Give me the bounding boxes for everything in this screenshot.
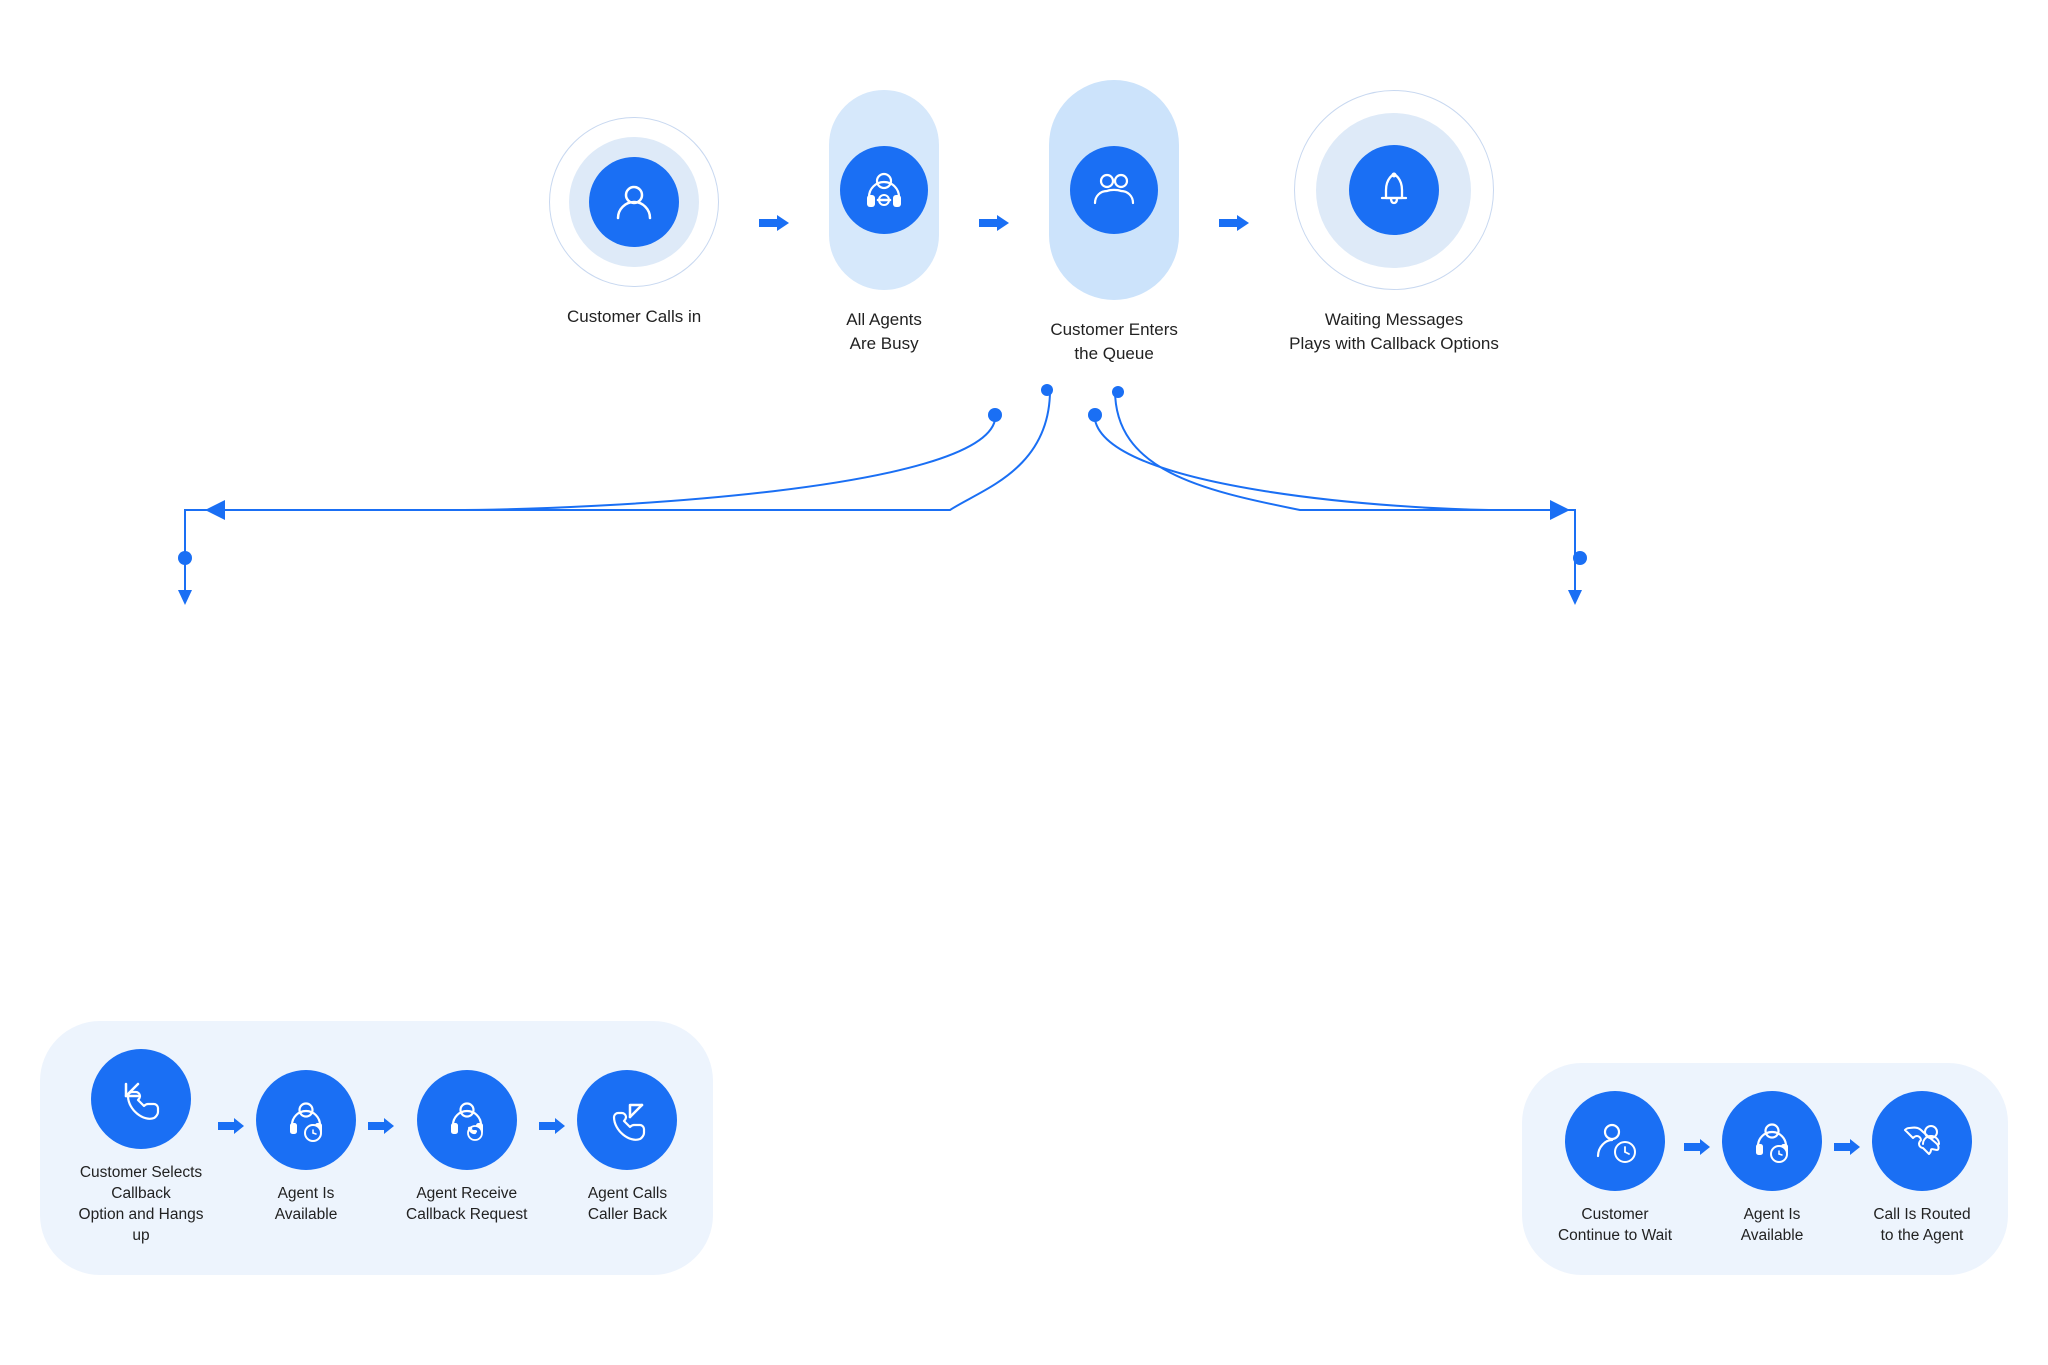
flow-label-agent-available-1: Agent IsAvailable <box>275 1184 338 1226</box>
flow-circle-2 <box>256 1070 356 1170</box>
flow-node-customer-selects-callback: Customer Selects CallbackOption and Hang… <box>76 1049 206 1247</box>
flow-label-agent-calls-back: Agent CallsCaller Back <box>588 1184 667 1226</box>
flow-group-left: Customer Selects CallbackOption and Hang… <box>40 1021 713 1275</box>
flow-label-customer-continue-wait: CustomerContinue to Wait <box>1558 1205 1672 1247</box>
node-all-agents-busy: All AgentsAre Busy <box>829 90 939 356</box>
flow-node-call-routed: Call Is Routedto the Agent <box>1872 1091 1972 1247</box>
person-clock-icon <box>1592 1118 1638 1164</box>
headset-phone-icon <box>444 1097 490 1143</box>
flow-node-agent-available-1: Agent IsAvailable <box>256 1070 356 1226</box>
circle-inner-bell <box>1349 145 1439 235</box>
headset-clock-icon-1 <box>283 1097 329 1143</box>
bottom-left-section: Customer Selects CallbackOption and Hang… <box>40 1021 713 1275</box>
flow-node-agent-calls-back: Agent CallsCaller Back <box>577 1070 677 1226</box>
arrow-3 <box>1219 213 1249 233</box>
arrow-icon-f4 <box>1684 1138 1710 1156</box>
node-waiting-messages: Waiting MessagesPlays with Callback Opti… <box>1289 90 1499 356</box>
group-icon <box>1091 167 1137 213</box>
flow-label-agent-receive-callback: Agent ReceiveCallback Request <box>406 1184 527 1226</box>
flow-circle-3 <box>417 1070 517 1170</box>
headset-clock-icon-2 <box>1749 1118 1795 1164</box>
node-label-customer-calls-in: Customer Calls in <box>567 305 701 329</box>
flow-arrow-4 <box>1684 1136 1710 1202</box>
circle-outer-1 <box>549 117 719 287</box>
node-customer-enters-queue: Customer Entersthe Queue <box>1049 80 1179 366</box>
flow-circle-7 <box>1872 1091 1972 1191</box>
flow-label-agent-available-2: Agent IsAvailable <box>1741 1205 1804 1247</box>
arrow-icon-2 <box>979 213 1009 233</box>
node-label-all-agents-busy: All AgentsAre Busy <box>846 308 922 356</box>
pill-inner-2 <box>1070 146 1158 234</box>
circle-mid-xl <box>1316 113 1471 268</box>
phone-person-icon <box>1899 1118 1945 1164</box>
arrow-1 <box>759 213 789 233</box>
flow-circle-5 <box>1565 1091 1665 1191</box>
flow-label-customer-selects-callback: Customer Selects CallbackOption and Hang… <box>76 1163 206 1247</box>
diagram-container: Customer Calls in <box>0 0 2048 1365</box>
flow-arrow-2 <box>368 1115 394 1181</box>
flow-label-call-routed: Call Is Routedto the Agent <box>1873 1205 1970 1247</box>
flow-circle-1 <box>91 1049 191 1149</box>
circle-outer-xl <box>1294 90 1494 290</box>
arrow-icon-3 <box>1219 213 1249 233</box>
arrow-icon-1 <box>759 213 789 233</box>
pill-outer-2 <box>1049 80 1179 300</box>
flow-node-agent-available-2: Agent IsAvailable <box>1722 1091 1822 1247</box>
node-label-waiting-messages: Waiting MessagesPlays with Callback Opti… <box>1289 308 1499 356</box>
flow-node-agent-receive-callback: Agent ReceiveCallback Request <box>406 1070 527 1226</box>
flow-circle-4 <box>577 1070 677 1170</box>
top-row: Customer Calls in <box>0 80 2048 366</box>
flow-group-right: CustomerContinue to Wait <box>1522 1063 2008 1275</box>
node-label-customer-enters-queue: Customer Entersthe Queue <box>1050 318 1178 366</box>
arrow-icon-f1 <box>218 1117 244 1135</box>
circle-inner-1 <box>589 157 679 247</box>
circle-mid-1 <box>569 137 699 267</box>
flow-circle-6 <box>1722 1091 1822 1191</box>
arrow-2 <box>979 213 1009 233</box>
flow-arrow-5 <box>1834 1136 1860 1202</box>
pill-outer-1 <box>829 90 939 290</box>
phone-outgoing-icon <box>604 1097 650 1143</box>
bell-icon <box>1372 168 1416 212</box>
node-customer-calls-in: Customer Calls in <box>549 117 719 329</box>
flow-arrow-3 <box>539 1115 565 1181</box>
phone-incoming-icon <box>118 1076 164 1122</box>
arrow-icon-f3 <box>539 1117 565 1135</box>
person-icon <box>612 180 656 224</box>
headset-minus-icon <box>861 167 907 213</box>
arrow-icon-f5 <box>1834 1138 1860 1156</box>
flow-arrow-1 <box>218 1115 244 1181</box>
arrow-icon-f2 <box>368 1117 394 1135</box>
pill-inner-1 <box>840 146 928 234</box>
flow-node-customer-continue-wait: CustomerContinue to Wait <box>1558 1091 1672 1247</box>
bottom-right-section: CustomerContinue to Wait <box>1522 1063 2008 1275</box>
